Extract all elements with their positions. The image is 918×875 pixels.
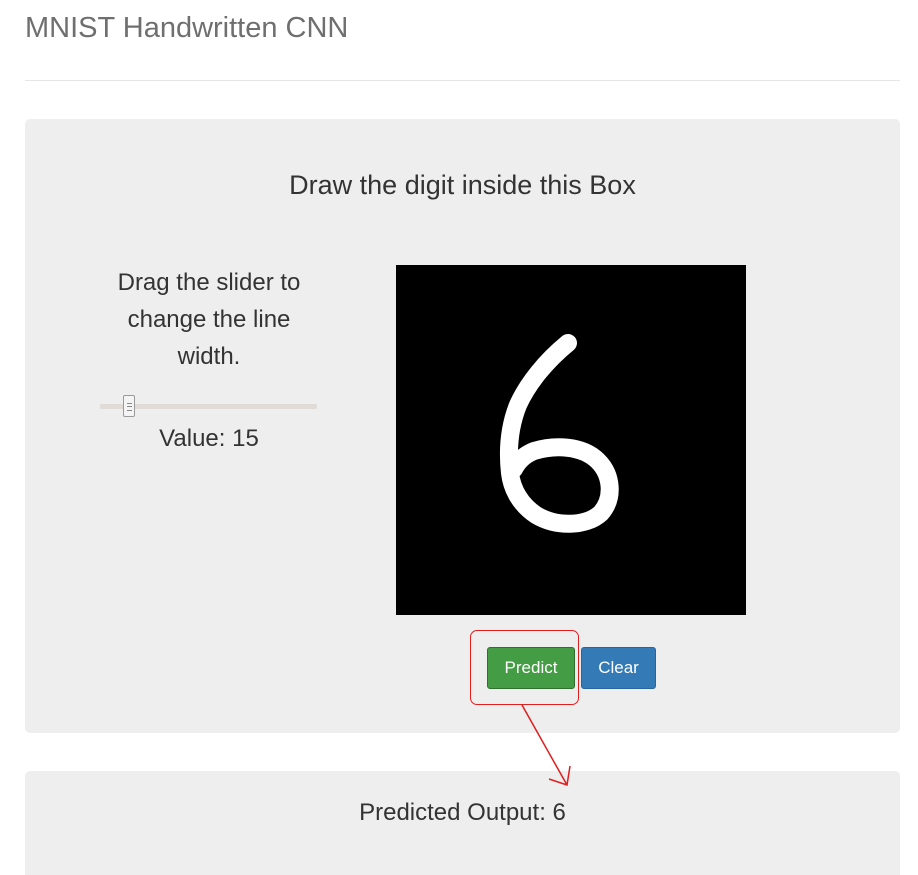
output-panel: Predicted Output: 6 bbox=[25, 771, 900, 875]
predicted-output-text: Predicted Output: 6 bbox=[359, 799, 566, 826]
draw-heading: Draw the digit inside this Box bbox=[289, 170, 636, 200]
app-title: MNIST Handwritten CNN bbox=[25, 12, 349, 44]
draw-panel: Draw the digit inside this Box Drag the … bbox=[25, 119, 900, 733]
clear-button[interactable]: Clear bbox=[581, 647, 656, 689]
header-divider bbox=[25, 80, 900, 81]
predict-button[interactable]: Predict bbox=[487, 647, 575, 689]
drawing-canvas[interactable] bbox=[396, 265, 746, 615]
slider-help-text: Drag the slider to change the line width… bbox=[117, 269, 301, 370]
page: MNIST Handwritten CNN Draw the digit ins… bbox=[0, 0, 918, 875]
drawn-digit-stroke bbox=[499, 334, 619, 533]
line-width-slider-thumb[interactable] bbox=[123, 395, 135, 417]
slider-value-label: Value: 15 bbox=[159, 425, 259, 452]
